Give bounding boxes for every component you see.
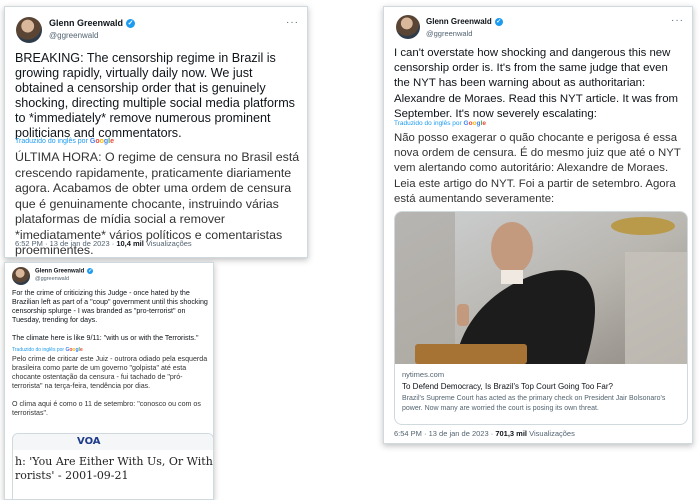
author-name[interactable]: Glenn Greenwald ✓ bbox=[426, 17, 503, 26]
voa-logo-icon: VOA bbox=[77, 436, 101, 447]
verified-badge-icon: ✓ bbox=[494, 17, 503, 26]
link-title[interactable]: To Defend Democracy, Is Brazil's Top Cou… bbox=[402, 382, 613, 391]
translated-text: Não posso exagerar o quão chocante e per… bbox=[394, 132, 681, 205]
tweet-meta: 6:52 PM · 13 de jan de 2023 · 10,4 mil V… bbox=[15, 239, 192, 248]
avatar[interactable] bbox=[16, 17, 42, 43]
tweet-text: BREAKING: The censorship regime in Brazi… bbox=[15, 51, 295, 140]
tweet-card[interactable]: Glenn Greenwald ✓ @ggreenwald For the cri… bbox=[4, 262, 214, 500]
verified-badge-icon: ✓ bbox=[126, 19, 136, 29]
avatar[interactable] bbox=[12, 267, 30, 285]
google-logo-icon: Google bbox=[463, 120, 486, 127]
article-photo bbox=[395, 212, 687, 364]
more-options-icon[interactable]: ··· bbox=[286, 17, 299, 28]
translation-label[interactable]: Traduzido do inglês por Google bbox=[12, 347, 83, 353]
verified-badge-icon: ✓ bbox=[87, 268, 94, 274]
timestamp[interactable]: 6:52 PM · 13 de jan de 2023 · bbox=[15, 239, 116, 248]
timestamp[interactable]: 6:54 PM · 13 de jan de 2023 · bbox=[394, 429, 495, 438]
author-handle[interactable]: @ggreenwald bbox=[426, 29, 472, 38]
google-logo-icon: Google bbox=[65, 347, 83, 353]
avatar[interactable] bbox=[396, 15, 420, 39]
translation-label[interactable]: Traduzido do inglês por Google bbox=[15, 138, 114, 145]
link-domain: nytimes.com bbox=[402, 370, 445, 379]
author-name[interactable]: Glenn Greenwald ✓ bbox=[35, 268, 94, 275]
link-preview-headline: h: 'You Are Either With Us, Or With t ro… bbox=[15, 455, 213, 482]
link-description: Brazil's Supreme Court has acted as the … bbox=[402, 395, 666, 412]
views-count: 701,3 mil bbox=[495, 429, 528, 438]
tweet-text: I can't overstate how shocking and dange… bbox=[394, 47, 679, 120]
translation-label[interactable]: Traduzido do inglês por Google bbox=[394, 120, 486, 127]
author-handle[interactable]: @ggreenwald bbox=[35, 276, 69, 282]
link-preview-card[interactable]: nytimes.com To Defend Democracy, Is Braz… bbox=[394, 211, 688, 425]
google-logo-icon: Google bbox=[89, 138, 115, 145]
translated-text: Pelo crime de criticar este Juiz - outro… bbox=[12, 355, 208, 417]
views-count: 10,4 mil bbox=[116, 239, 144, 248]
tweet-card[interactable]: Glenn Greenwald ✓ @ggreenwald ··· I can't… bbox=[383, 6, 693, 444]
more-options-icon[interactable]: ··· bbox=[671, 15, 684, 26]
author-handle[interactable]: @ggreenwald bbox=[49, 31, 98, 40]
tweet-text: For the crime of criticizing this Judge … bbox=[12, 289, 208, 342]
link-preview-header: VOA bbox=[13, 434, 213, 450]
link-preview-card[interactable]: VOA h: 'You Are Either With Us, Or With … bbox=[12, 433, 213, 499]
views-label: Visualizações bbox=[527, 429, 575, 438]
tweet-card[interactable]: Glenn Greenwald ✓ @ggreenwald ··· BREAKIN… bbox=[4, 6, 308, 258]
views-label: Visualizações bbox=[143, 239, 192, 248]
tweet-meta: 6:54 PM · 13 de jan de 2023 · 701,3 mil … bbox=[394, 429, 575, 438]
author-name[interactable]: Glenn Greenwald ✓ bbox=[49, 18, 136, 29]
